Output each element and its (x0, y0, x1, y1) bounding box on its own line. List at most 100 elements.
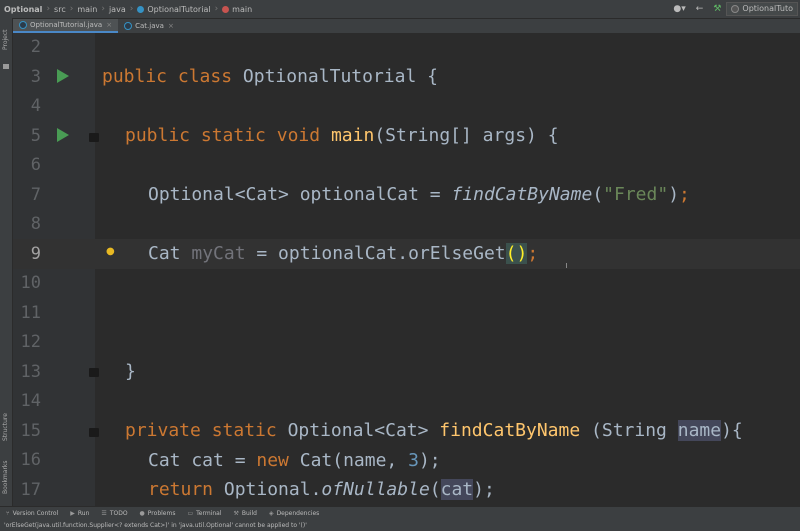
method-call: = optionalCat.orElseGet (245, 243, 506, 264)
unused-variable: myCat (191, 243, 246, 264)
play-icon: ▶ (70, 510, 75, 517)
keyword: public (125, 125, 191, 146)
line-number: 16 (20, 450, 41, 470)
lightbulb-icon[interactable]: ● (106, 246, 115, 257)
java-class-icon (19, 21, 27, 29)
close-icon[interactable]: × (168, 22, 174, 30)
run-tab[interactable]: ▶ Run (64, 510, 95, 517)
class-ref: Optional. (213, 479, 322, 500)
brace: { (427, 66, 438, 87)
build-hammer-icon[interactable]: ⚒ (713, 4, 721, 14)
method-name: findCatByName (439, 420, 581, 441)
line-number-current: 9 (30, 244, 41, 264)
left-tool-strip: Project Structure Bookmarks (0, 18, 13, 506)
back-arrow-icon[interactable]: ← (696, 4, 704, 14)
line-number: 13 (20, 362, 41, 382)
fold-icon[interactable] (89, 368, 99, 377)
dependencies-tab[interactable]: ◈ Dependencies (263, 510, 325, 517)
bottom-tool-tabs: ⑂ Version Control ▶ Run ☰ TODO ● Problems ▭ T… (0, 506, 800, 520)
paren: ( (429, 479, 441, 500)
paren: ); (473, 479, 495, 500)
todo-tab[interactable]: ☰ TODO (95, 510, 133, 517)
code-line-16: Cat cat = new Cat(name, 3); (148, 450, 441, 471)
structure-tool-tab[interactable]: Structure (0, 408, 12, 446)
matched-parens: () (505, 243, 528, 264)
close-icon[interactable]: × (106, 21, 112, 29)
declaration: Optional<Cat> optionalCat = (148, 184, 452, 205)
code-line-7: Optional<Cat> optionalCat = findCatByNam… (148, 184, 690, 205)
fold-icon[interactable] (89, 133, 99, 142)
paren: ) (668, 184, 680, 205)
run-config-select[interactable]: OptionalTuto (726, 2, 798, 16)
status-message: 'orElseGet(java.util.function.Supplier<?… (0, 520, 800, 531)
class-name: OptionalTutorial (242, 66, 417, 87)
return-type: Optional<Cat> (276, 420, 440, 441)
keyword: class (177, 66, 233, 87)
run-config-icon (731, 5, 740, 13)
run-class-icon[interactable] (57, 69, 69, 83)
highlighted-arg: cat (440, 479, 474, 500)
version-control-tab[interactable]: ⑂ Version Control (0, 510, 64, 517)
problems-tab[interactable]: ● Problems (134, 510, 182, 517)
branch-icon: ⑂ (6, 510, 10, 517)
string-literal: "Fred" (603, 184, 669, 205)
breadcrumb-class-label: OptionalTutorial (147, 4, 211, 14)
hammer-icon: ⚒ (233, 510, 239, 517)
fold-icon[interactable] (89, 428, 99, 437)
tab-label: Terminal (196, 510, 222, 517)
line-number: 11 (20, 303, 41, 323)
breadcrumb-project[interactable]: Optional (0, 5, 45, 14)
tab-label: Cat.java (135, 22, 164, 30)
number-literal: 3 (408, 450, 419, 471)
keyword: static (211, 420, 277, 441)
keyword: void (276, 125, 321, 146)
build-tab[interactable]: ⚒ Build (227, 510, 262, 517)
breadcrumb-src[interactable]: src (51, 5, 69, 14)
terminal-icon: ▭ (187, 510, 194, 517)
tab-cat[interactable]: Cat.java × (118, 19, 180, 33)
tab-optionaltutorial[interactable]: OptionalTutorial.java × (13, 19, 119, 33)
bookmarks-tool-tab[interactable]: Bookmarks (0, 456, 12, 498)
warning-icon: ● (139, 510, 145, 517)
paren: ( (592, 184, 604, 205)
project-tool-tab[interactable]: Project (0, 22, 12, 58)
paren: ); (418, 450, 441, 471)
tab-label: Build (241, 510, 257, 517)
constructor-call: Cat(name, (288, 450, 409, 471)
class-icon (137, 5, 145, 13)
folder-icon[interactable] (3, 64, 9, 69)
code-line-17: return Optional.ofNullable(cat); (148, 479, 495, 500)
editor-tab-bar: OptionalTutorial.java × Cat.java × (13, 19, 800, 33)
line-number: 15 (20, 421, 41, 441)
run-method-icon[interactable] (57, 128, 69, 142)
semicolon: ; (527, 243, 539, 264)
breadcrumb-main[interactable]: main (74, 5, 100, 14)
nav-toolbar: ●▾ ← ⚒ OptionalTuto (668, 0, 800, 18)
line-number: 2 (30, 37, 41, 57)
brace: } (125, 361, 136, 382)
tab-label: Version Control (12, 510, 59, 517)
line-number: 10 (20, 273, 41, 293)
dependencies-icon: ◈ (268, 510, 274, 517)
declaration: Cat cat = (148, 450, 257, 471)
breadcrumb-java[interactable]: java (106, 5, 129, 14)
list-icon: ☰ (101, 510, 107, 517)
user-icon[interactable]: ●▾ (673, 4, 685, 14)
method-name: main (330, 125, 375, 146)
java-class-icon (124, 22, 133, 30)
terminal-tab[interactable]: ▭ Terminal (181, 510, 227, 517)
code-line-13: } (125, 361, 136, 382)
code-line-9: Cat myCat = optionalCat.orElseGet(); (148, 243, 538, 264)
breadcrumb-method[interactable]: main (219, 5, 255, 14)
method-call: ofNullable (321, 479, 430, 500)
line-number: 4 (30, 96, 41, 116)
keyword: new (256, 450, 289, 471)
line-number: 5 (30, 126, 41, 146)
tab-label: TODO (109, 510, 128, 517)
breadcrumb-class[interactable]: OptionalTutorial (134, 5, 213, 14)
code-line-3: public class OptionalTutorial { (102, 66, 438, 87)
keyword: public (102, 66, 168, 87)
tab-label: OptionalTutorial.java (30, 21, 103, 29)
breadcrumb-method-label: main (232, 4, 253, 14)
line-number: 8 (30, 214, 41, 234)
